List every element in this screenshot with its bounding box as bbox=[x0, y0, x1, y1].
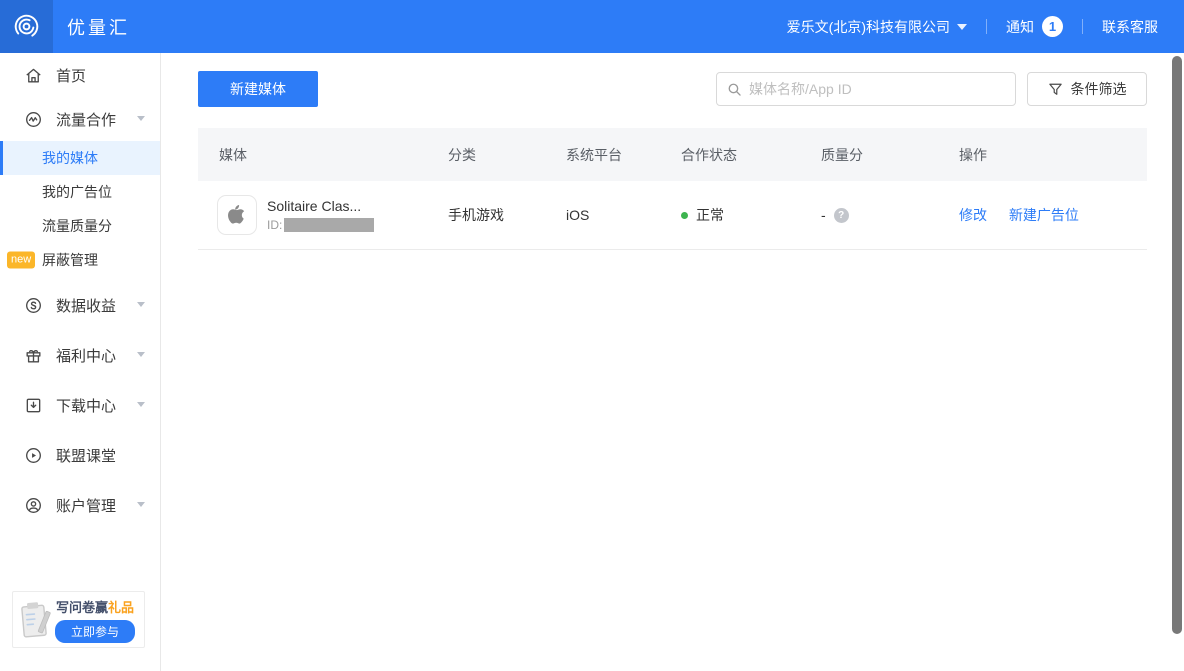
traffic-icon bbox=[24, 109, 44, 129]
account-company-menu[interactable]: 爱乐文(北京)科技有限公司 bbox=[787, 17, 967, 37]
col-header-category: 分类 bbox=[448, 145, 566, 165]
media-id-label: ID: bbox=[267, 218, 282, 232]
filter-button[interactable]: 条件筛选 bbox=[1027, 72, 1147, 106]
notifications-button[interactable]: 通知 1 bbox=[1006, 16, 1063, 37]
chevron-down-icon bbox=[137, 402, 145, 407]
toolbar: 新建媒体 条件筛选 bbox=[198, 71, 1147, 107]
col-header-quality: 质量分 bbox=[821, 145, 959, 165]
revenue-icon bbox=[24, 295, 44, 315]
divider bbox=[1082, 19, 1083, 34]
survey-headline-accent: 礼品 bbox=[108, 600, 134, 615]
gift-icon bbox=[24, 345, 44, 365]
quality-score-cell: - ? bbox=[821, 207, 959, 223]
survey-headline: 写问卷赢礼品 bbox=[56, 597, 134, 616]
sidebar-subitem-label: 我的广告位 bbox=[42, 182, 112, 202]
clipboard-pencil-icon bbox=[15, 597, 55, 643]
media-table: 媒体 分类 系统平台 合作状态 质量分 操作 Solitaire Clas... bbox=[198, 128, 1147, 250]
apple-logo-icon bbox=[225, 203, 249, 227]
search-input[interactable] bbox=[749, 81, 1005, 97]
search-box bbox=[716, 72, 1016, 106]
filter-button-label: 条件筛选 bbox=[1071, 79, 1127, 99]
topbar: 优量汇 爱乐文(北京)科技有限公司 通知 1 联系客服 bbox=[0, 0, 1184, 53]
sidebar-item-label: 流量合作 bbox=[56, 109, 116, 130]
status-label: 正常 bbox=[696, 205, 724, 225]
new-media-button[interactable]: 新建媒体 bbox=[198, 71, 318, 107]
app-logo bbox=[0, 0, 53, 53]
col-header-actions: 操作 bbox=[959, 145, 1147, 165]
status-dot-green bbox=[681, 212, 688, 219]
chevron-down-icon bbox=[137, 352, 145, 357]
download-icon bbox=[24, 395, 44, 415]
chevron-down-icon bbox=[957, 24, 967, 30]
sidebar-item-label: 数据收益 bbox=[56, 295, 116, 316]
table-row: Solitaire Clas... ID: 手机游戏 iOS 正常 - ? bbox=[198, 181, 1147, 250]
col-header-status: 合作状态 bbox=[681, 145, 821, 165]
company-name: 爱乐文(北京)科技有限公司 bbox=[787, 17, 950, 37]
sidebar-subitem-traffic-quality[interactable]: 流量质量分 bbox=[0, 209, 160, 243]
sidebar-item-download[interactable]: 下载中心 bbox=[0, 383, 160, 427]
notification-count-badge: 1 bbox=[1042, 16, 1063, 37]
media-id: ID: bbox=[267, 218, 374, 232]
category-cell: 手机游戏 bbox=[448, 205, 566, 225]
quality-score-value: - bbox=[821, 207, 826, 223]
brand-title: 优量汇 bbox=[67, 14, 130, 40]
contact-support-link[interactable]: 联系客服 bbox=[1102, 17, 1158, 37]
sidebar-subitem-label: 我的媒体 bbox=[42, 148, 98, 168]
chevron-down-icon bbox=[137, 502, 145, 507]
media-id-redacted bbox=[284, 218, 374, 232]
sidebar-item-revenue[interactable]: 数据收益 bbox=[0, 283, 160, 327]
col-header-media: 媒体 bbox=[219, 145, 448, 165]
sidebar-item-label: 账户管理 bbox=[56, 495, 116, 516]
survey-headline-main: 写问卷赢 bbox=[56, 600, 108, 615]
table-header-row: 媒体 分类 系统平台 合作状态 质量分 操作 bbox=[198, 128, 1147, 181]
question-mark-icon[interactable]: ? bbox=[834, 208, 849, 223]
sidebar-item-traffic[interactable]: 流量合作 bbox=[0, 97, 160, 141]
sidebar-item-label: 首页 bbox=[56, 65, 86, 86]
sidebar-item-academy[interactable]: 联盟课堂 bbox=[0, 433, 160, 477]
sidebar-subitem-label: 流量质量分 bbox=[42, 216, 112, 236]
col-header-platform: 系统平台 bbox=[566, 145, 681, 165]
main-content: 新建媒体 条件筛选 媒体 分类 系 bbox=[161, 53, 1184, 671]
sidebar-item-home[interactable]: 首页 bbox=[0, 53, 160, 97]
vertical-scrollbar[interactable] bbox=[1172, 56, 1182, 634]
sidebar-subitem-my-adslots[interactable]: 我的广告位 bbox=[0, 175, 160, 209]
survey-promo-card: 写问卷赢礼品 立即参与 bbox=[12, 591, 145, 648]
actions-cell: 修改 新建广告位 bbox=[959, 205, 1147, 225]
sidebar-item-label: 福利中心 bbox=[56, 345, 116, 366]
swirl-logo-icon bbox=[13, 13, 40, 40]
funnel-icon bbox=[1048, 82, 1063, 97]
new-badge: new bbox=[7, 252, 35, 269]
chevron-down-icon bbox=[137, 302, 145, 307]
search-icon bbox=[727, 82, 742, 97]
sidebar-item-label: 下载中心 bbox=[56, 395, 116, 416]
sidebar-subitem-block-management[interactable]: new 屏蔽管理 bbox=[0, 243, 160, 277]
new-adslot-link[interactable]: 新建广告位 bbox=[1009, 207, 1079, 223]
sidebar-item-welfare[interactable]: 福利中心 bbox=[0, 333, 160, 377]
media-cell: Solitaire Clas... ID: bbox=[217, 195, 448, 235]
app-icon bbox=[217, 195, 257, 235]
chevron-down-icon bbox=[137, 116, 145, 121]
sidebar: 首页 流量合作 我的媒体 我的广告位 流量质量分 new 屏蔽管理 bbox=[0, 53, 161, 671]
status-cell: 正常 bbox=[681, 205, 821, 225]
notice-label: 通知 bbox=[1006, 17, 1034, 37]
platform-cell: iOS bbox=[566, 207, 681, 223]
home-icon bbox=[24, 65, 44, 85]
sidebar-item-label: 联盟课堂 bbox=[56, 445, 116, 466]
account-icon bbox=[24, 495, 44, 515]
edit-link[interactable]: 修改 bbox=[959, 207, 987, 223]
play-circle-icon bbox=[24, 445, 44, 465]
sidebar-item-account[interactable]: 账户管理 bbox=[0, 483, 160, 527]
survey-join-button[interactable]: 立即参与 bbox=[55, 620, 135, 643]
media-name: Solitaire Clas... bbox=[267, 198, 374, 214]
sidebar-subitem-label: 屏蔽管理 bbox=[42, 250, 98, 270]
divider bbox=[986, 19, 987, 34]
sidebar-subitem-my-media[interactable]: 我的媒体 bbox=[0, 141, 160, 175]
